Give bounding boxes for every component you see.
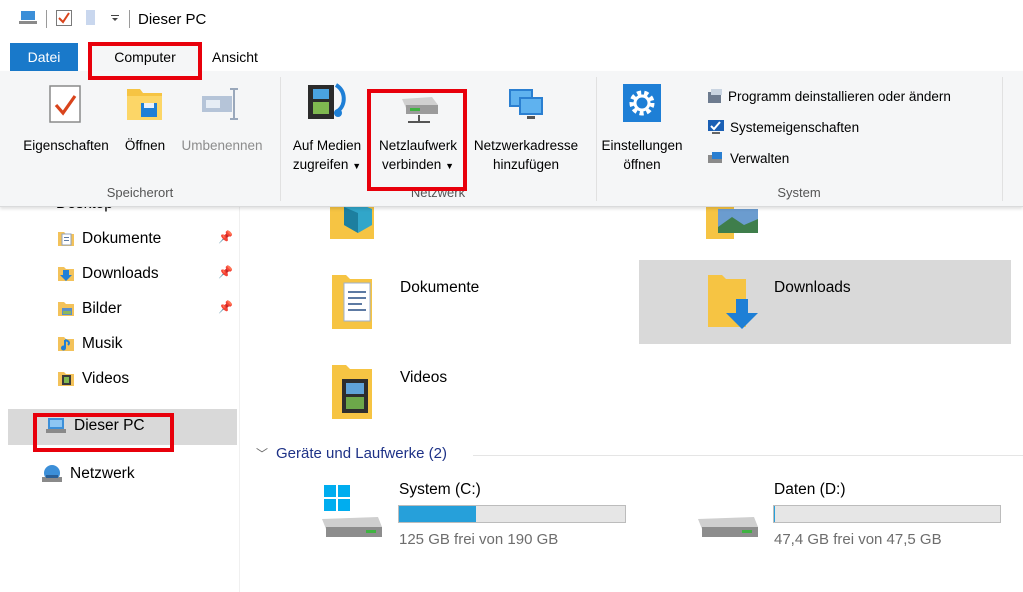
rename-icon (174, 83, 270, 130)
pin-icon[interactable]: 📌 (218, 265, 233, 279)
media-film-icon (284, 81, 370, 130)
videos-icon (58, 372, 74, 386)
system-properties-button[interactable]: Systemeigenschaften (706, 118, 859, 136)
pictures-icon (58, 302, 74, 316)
drive-c-usage-fill (399, 506, 477, 522)
window-title: Dieser PC (138, 10, 207, 28)
nav-item-documents[interactable]: Dokumente (56, 229, 161, 249)
pin-icon[interactable]: 📌 (218, 230, 233, 244)
group-label-system: System (777, 185, 821, 200)
add-network-location-button[interactable]: Netzwerkadresse hinzufügen (466, 81, 586, 174)
section-divider (473, 455, 1023, 456)
new-folder-icon[interactable] (85, 9, 99, 30)
this-pc-icon (46, 418, 66, 433)
drive-d-usage-bar (773, 505, 1001, 523)
folder-videos[interactable]: Videos (330, 361, 590, 427)
pin-icon[interactable]: 📌 (218, 300, 233, 314)
network-icon (42, 465, 62, 482)
downloads-folder-icon (708, 275, 758, 329)
open-folder-icon (118, 83, 172, 130)
group-label-network: Netzwerk (410, 185, 466, 200)
nav-item-pictures[interactable]: Bilder (56, 299, 122, 319)
uninstall-box-icon (708, 89, 722, 103)
group-separator (596, 77, 597, 201)
manage-button[interactable]: Verwalten (706, 149, 789, 167)
folder-pictures-partial[interactable] (706, 203, 762, 248)
drive-c-free-space: 125 GB frei von 190 GB (399, 531, 559, 548)
uninstall-program-button[interactable]: Programm deinstallieren oder ändern (706, 87, 951, 105)
devices-section-header[interactable]: ﹀ Geräte und Laufwerke (2) (256, 445, 447, 462)
properties-check-icon[interactable] (55, 9, 73, 30)
rename-button[interactable]: Umbenennen (174, 83, 270, 155)
open-button[interactable]: Öffnen (118, 83, 172, 155)
open-settings-button[interactable]: Einstellungen öffnen (600, 81, 684, 174)
folder-downloads[interactable]: Downloads (706, 271, 1006, 337)
manage-computer-icon (708, 152, 722, 163)
navigation-pane: Desktop Dokumente 📌 Downloads 📌 Bilder 📌… (0, 195, 240, 592)
downloads-icon (58, 267, 74, 281)
map-network-drive-label: verbinden ▼ (382, 157, 454, 172)
drive-c-usage-bar (398, 505, 626, 523)
properties-button[interactable]: Eigenschaften (16, 83, 116, 155)
drive-d-free-space: 47,4 GB frei von 47,5 GB (774, 531, 942, 548)
system-monitor-icon (708, 120, 724, 134)
videos-folder-icon (332, 365, 372, 419)
documents-folder-icon (332, 275, 372, 329)
nav-item-videos[interactable]: Videos (56, 369, 129, 389)
pc-icon[interactable] (18, 10, 38, 29)
nav-item-downloads[interactable]: Downloads (56, 264, 159, 284)
3d-objects-folder-icon (330, 203, 374, 239)
group-label-location: Speicherort (106, 185, 174, 200)
network-monitors-icon (466, 81, 586, 130)
customize-quick-access-chevron-icon[interactable] (109, 11, 121, 27)
hard-drive-icon (698, 517, 758, 537)
nav-item-this-pc[interactable]: Dieser PC (44, 417, 145, 435)
tab-computer[interactable]: Computer (90, 43, 200, 71)
folder-3d-objects-partial[interactable] (330, 203, 374, 248)
content-pane: Dokumente Downloads Videos ﹀ Geräte und … (242, 203, 1023, 592)
properties-check-icon (16, 83, 116, 130)
network-drive-icon (372, 81, 464, 130)
tab-view[interactable]: Ansicht (205, 43, 265, 71)
title-bar: Dieser PC (0, 0, 1023, 38)
quick-access-toolbar (0, 9, 138, 30)
tab-file[interactable]: Datei (10, 43, 78, 71)
chevron-down-icon[interactable]: ﹀ (256, 445, 268, 462)
ribbon-tabs: Datei Computer Ansicht (0, 40, 1023, 71)
map-network-drive-button[interactable]: Netzlaufwerk verbinden ▼ (372, 81, 464, 176)
windows-drive-icon (322, 485, 382, 537)
music-icon (58, 337, 74, 351)
ribbon-panel: Eigenschaften Öffnen Umbenennen Speicher… (0, 71, 1023, 207)
access-media-label: zugreifen ▼ (292, 157, 362, 172)
nav-item-network[interactable]: Netzwerk (40, 464, 135, 484)
settings-gear-icon (600, 81, 684, 130)
folder-documents[interactable]: Dokumente (330, 271, 590, 337)
documents-icon (58, 232, 74, 246)
group-separator (1002, 77, 1003, 201)
access-media-button[interactable]: Auf Medien zugreifen ▼ (284, 81, 370, 176)
group-separator (280, 77, 281, 201)
pictures-folder-icon (706, 203, 758, 239)
nav-item-music[interactable]: Musik (56, 334, 122, 354)
